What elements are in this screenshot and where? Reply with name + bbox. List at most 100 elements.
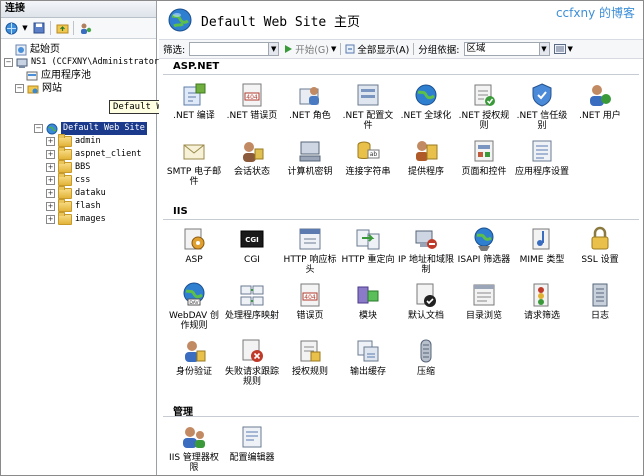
feature-label: 页面和控件 (461, 167, 507, 177)
compression-icon (420, 339, 432, 363)
dropdown-arrow-icon[interactable]: ▼ (22, 21, 28, 35)
feature-machine-key[interactable]: 计算机密钥 (281, 137, 339, 177)
tree-item-folder[interactable]: + BBS (46, 160, 90, 174)
feature-label: 输出缓存 (349, 367, 386, 377)
tree-item-folder[interactable]: + flash (46, 199, 101, 213)
feature-session-state[interactable]: 会话状态 (223, 137, 281, 177)
svg-text:404: 404 (304, 294, 316, 301)
dropdown-arrow-icon[interactable]: ▼ (538, 43, 549, 55)
feature-authorization-rules[interactable]: 授权规则 (281, 337, 339, 377)
feature-failed-request-tracing[interactable]: 失败请求跟踪规则 (223, 337, 281, 387)
feature-http-response-headers[interactable]: HTTP 响应标头 (281, 225, 339, 275)
webdav-icon: DAV (183, 282, 205, 306)
tree-item-server[interactable]: − NS1 (CCFXNY\Administrator) (4, 56, 164, 69)
expand-icon[interactable]: + (46, 215, 55, 224)
expand-icon[interactable]: + (46, 202, 55, 211)
tree-item-app-pools[interactable]: 应用程序池 (26, 69, 91, 82)
feature-output-caching[interactable]: 输出缓存 (339, 337, 397, 377)
feature-http-redirect[interactable]: HTTP 重定向 (339, 225, 397, 265)
feature-ip-domain-restrictions[interactable]: IP 地址和域限制 (397, 225, 455, 275)
feature-app-settings[interactable]: 应用程序设置 (513, 137, 571, 177)
feature-connection-strings[interactable]: ab 连接字符串 (339, 137, 397, 177)
feature-net-error-pages[interactable]: 404 .NET 错误页 (223, 81, 281, 121)
collapse-icon[interactable]: − (15, 84, 24, 93)
collapse-icon[interactable]: − (34, 124, 43, 133)
show-all-button[interactable]: 全部显示(A) (345, 42, 409, 56)
feature-label: CGI (244, 255, 260, 265)
feature-ssl-settings[interactable]: SSL 设置 (571, 225, 629, 265)
tree-item-folder[interactable]: + css (46, 173, 90, 187)
view-toggle-button[interactable]: ▼ (553, 44, 573, 54)
connections-toolbar: ▼ (1, 18, 156, 39)
toolbar-separator (50, 21, 51, 35)
tree-label-folder: admin (75, 136, 101, 146)
expand-icon[interactable]: + (46, 150, 55, 159)
feature-iis-manager-permissions[interactable]: IIS 管理器权限 (165, 423, 223, 473)
tree-item-folder[interactable]: + admin (46, 134, 101, 148)
show-all-label: 全部显示(A) (357, 45, 410, 56)
feature-logging[interactable]: 日志 (571, 281, 629, 321)
expand-icon[interactable]: + (46, 176, 55, 185)
feature-net-globalization[interactable]: .NET 全球化 (397, 81, 455, 121)
feature-net-profile[interactable]: .NET 配置文件 (339, 81, 397, 131)
collapse-icon[interactable]: − (4, 58, 13, 67)
error-page-icon: 404 (242, 83, 262, 107)
feature-isapi-filters[interactable]: ISAPI 筛选器 (455, 225, 513, 265)
feature-modules[interactable]: 模块 (339, 281, 397, 321)
feature-net-roles[interactable]: .NET 角色 (281, 81, 339, 121)
tree-item-sites[interactable]: − 网站 (15, 82, 62, 95)
feature-asp[interactable]: ASP (165, 225, 223, 265)
feature-compression[interactable]: 压缩 (397, 337, 455, 377)
asp-icon (184, 228, 205, 250)
feature-net-compilation[interactable]: .NET 编译 (165, 81, 223, 121)
feature-authentication[interactable]: 身份验证 (165, 337, 223, 377)
save-icon[interactable] (32, 21, 46, 35)
iis-manager-window: 连接 ▼ 起始页 − NS1 (CCFXNY\Administrator) 应用… (0, 0, 644, 476)
expand-icon[interactable]: + (46, 137, 55, 146)
dropdown-arrow-icon: ▼ (567, 45, 573, 53)
separator (340, 43, 342, 55)
tree-item-folder[interactable]: + dataku (46, 186, 106, 200)
feature-directory-browsing[interactable]: 目录浏览 (455, 281, 513, 321)
group-by-select[interactable]: 区域 ▼ (463, 42, 550, 56)
request-filtering-icon (533, 283, 549, 307)
up-folder-icon[interactable] (55, 21, 69, 35)
feature-label: IIS 管理器权限 (169, 453, 219, 473)
start-button[interactable]: 开始(G) ▼ (283, 42, 336, 56)
dropdown-arrow-icon: ▼ (330, 45, 337, 53)
feature-request-filtering[interactable]: 请求筛选 (513, 281, 571, 321)
svg-text:CGI: CGI (245, 236, 259, 244)
connect-globe-icon[interactable] (4, 21, 18, 35)
connect-user-icon[interactable] (78, 21, 92, 35)
feature-label: .NET 信任级别 (516, 111, 568, 131)
expand-icon[interactable]: + (46, 189, 55, 198)
dropdown-arrow-icon[interactable]: ▼ (268, 43, 279, 55)
tree-label-folder: dataku (75, 188, 106, 198)
feature-net-trust-levels[interactable]: .NET 信任级别 (513, 81, 571, 131)
feature-smtp-email[interactable]: SMTP 电子邮件 (165, 137, 223, 187)
feature-mime-types[interactable]: MIME 类型 (513, 225, 571, 265)
feature-net-authorization[interactable]: .NET 授权规则 (455, 81, 513, 131)
tree-item-folder[interactable]: + images (46, 212, 106, 226)
logging-icon (592, 283, 608, 307)
feature-providers[interactable]: 提供程序 (397, 137, 455, 177)
pages-controls-icon (474, 140, 494, 162)
feature-configuration-editor[interactable]: 配置编辑器 (223, 423, 281, 463)
feature-cgi[interactable]: CGI CGI (223, 225, 281, 265)
connections-title: 连接 (1, 1, 156, 18)
feature-pages-controls[interactable]: 页面和控件 (455, 137, 513, 177)
feature-net-users[interactable]: .NET 用户 (571, 81, 629, 121)
output-cache-icon (357, 340, 379, 362)
tree-item-default-web-site[interactable]: − Default Web Site (34, 122, 147, 135)
expand-icon[interactable]: + (46, 163, 55, 172)
filter-input[interactable]: ▼ (189, 42, 280, 56)
machine-key-icon (299, 141, 321, 162)
error-pages-icon: 404 (300, 283, 320, 307)
feature-default-document[interactable]: 默认文档 (397, 281, 455, 321)
feature-error-pages[interactable]: 404 错误页 (281, 281, 339, 321)
feature-handler-mappings[interactable]: 处理程序映射 (223, 281, 281, 321)
tree-item-start-page[interactable]: 起始页 (15, 43, 60, 56)
feature-label: 连接字符串 (345, 167, 391, 177)
feature-webdav-authoring[interactable]: DAV WebDAV 创作规则 (165, 281, 223, 331)
tree-label-default-web-site: Default Web Site (61, 122, 147, 135)
